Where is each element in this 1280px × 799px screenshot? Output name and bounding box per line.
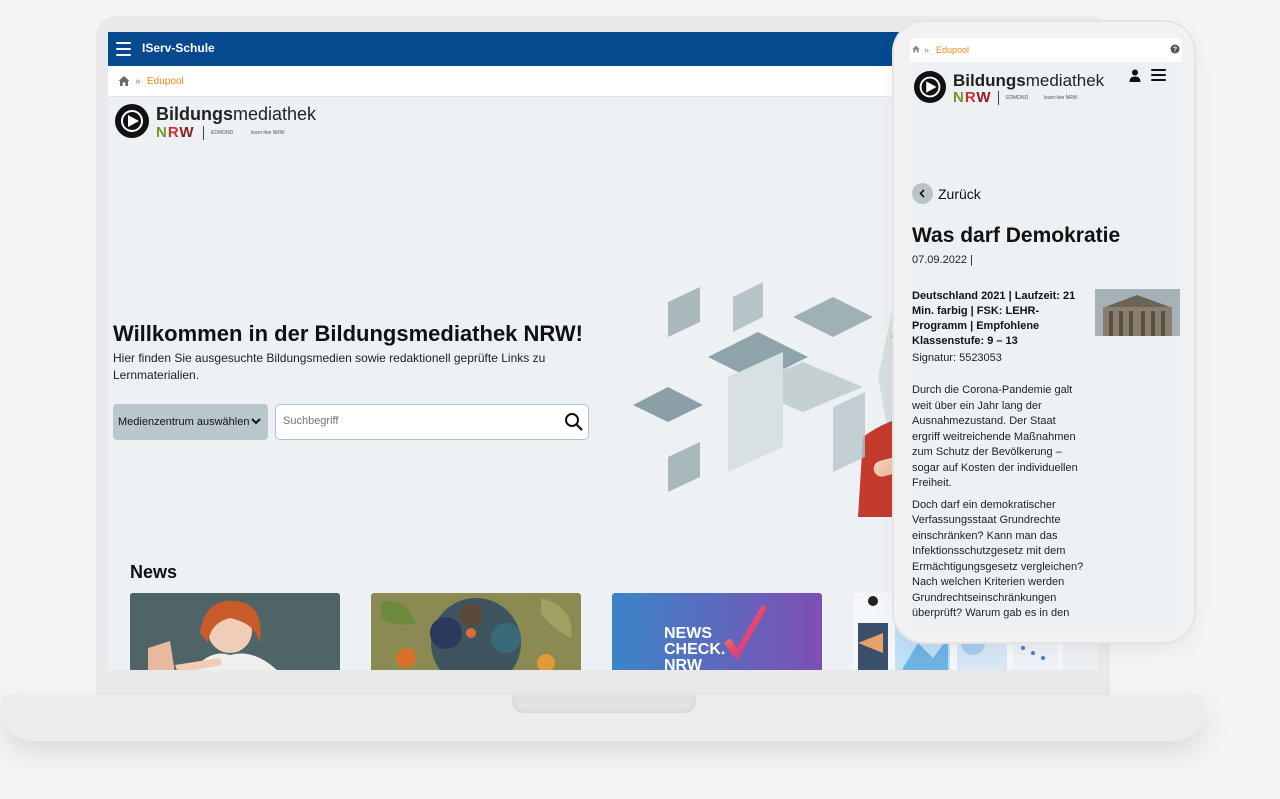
media-signature: Signatur: 5523053 (912, 352, 1002, 364)
help-icon[interactable]: ? (1170, 44, 1180, 54)
news-card-image (371, 593, 581, 670)
logo-mark (914, 71, 946, 103)
media-date: 07.09.2022 | (912, 254, 973, 266)
news-card-image (130, 593, 340, 670)
back-label[interactable]: Zurück (938, 186, 981, 202)
medienzentrum-select[interactable]: Medienzentrum auswählen (113, 404, 268, 440)
svg-text:?: ? (1173, 47, 1177, 54)
user-icon[interactable] (1129, 69, 1141, 82)
breadcrumb-separator: » (924, 45, 930, 55)
home-icon[interactable] (118, 75, 130, 87)
phone-breadcrumb: » Edupool ? (910, 38, 1182, 62)
description-paragraph: Durch die Corona-Pandemie galt weit über… (912, 384, 1078, 489)
partner-learnline-logo: learn:line NRW (251, 130, 285, 136)
back-arrow-icon (919, 189, 925, 198)
logo-nrw: NRW (953, 89, 992, 106)
hero-title: Willkommen in der Bildungsmediathek NRW! (113, 321, 584, 346)
hero-subtitle: Hier finden Sie ausgesuchte Bildungsmedi… (113, 351, 546, 382)
menu-icon[interactable] (1151, 69, 1166, 82)
menu-icon[interactable] (116, 42, 131, 56)
logo-nrw: NRW (156, 124, 195, 141)
reichstag-thumbnail-image (1095, 289, 1180, 336)
laptop-notch (512, 695, 696, 713)
news-card[interactable] (130, 593, 340, 670)
partner-edmond-logo: EDMOND (1006, 95, 1029, 101)
news-card-newscheck[interactable]: NEWS CHECK. NRW (612, 593, 822, 670)
media-description: Durch die Corona-Pandemie galt weit über… (912, 383, 1086, 628)
partner-learnline-logo: learn:line NRW (1044, 95, 1078, 101)
chevron-down-icon (251, 418, 261, 425)
breadcrumb-edupool-link[interactable]: Edupool (147, 76, 184, 87)
news-card-image: NEWS CHECK. NRW (612, 593, 822, 670)
breadcrumb-edupool-link[interactable]: Edupool (936, 45, 969, 55)
breadcrumb-separator: » (135, 76, 141, 87)
media-metadata: Deutschland 2021 | Laufzeit: 21 Min. far… (912, 290, 1076, 347)
back-button[interactable] (912, 183, 936, 205)
description-paragraph: Doch darf ein demokratischer Verfassungs… (912, 498, 1084, 620)
svg-text:CHECK.: CHECK. (664, 641, 725, 658)
svg-text:NRW: NRW (664, 657, 703, 670)
bildungsmediathek-logo[interactable]: Bildungsmediathek NRW EDMOND learn:line … (115, 104, 316, 142)
select-label: Medienzentrum auswählen (118, 416, 250, 428)
media-thumbnail[interactable] (1095, 289, 1180, 336)
logo-wordmark: Bildungsmediathek (953, 71, 1105, 90)
news-heading: News (130, 562, 178, 582)
media-title: Was darf Demokratie (912, 224, 1121, 247)
logo-divider (998, 91, 999, 105)
logo-mark (115, 104, 149, 138)
svg-text:NEWS: NEWS (664, 625, 712, 642)
logo-wordmark: Bildungsmediathek (156, 104, 317, 124)
search-input[interactable] (281, 414, 545, 428)
partner-edmond-logo: EDMOND (211, 130, 234, 136)
news-card[interactable] (371, 593, 581, 670)
app-title[interactable]: IServ-Schule (142, 41, 215, 55)
bildungsmediathek-logo[interactable]: Bildungsmediathek NRW EDMOND learn:line … (914, 71, 1104, 107)
home-icon[interactable] (912, 45, 920, 53)
search-box (275, 404, 589, 440)
search-icon[interactable] (564, 412, 584, 432)
phone-screen: » Edupool ? Bildungsmediathek NRW EDMOND… (910, 38, 1182, 633)
logo-divider (203, 126, 204, 140)
